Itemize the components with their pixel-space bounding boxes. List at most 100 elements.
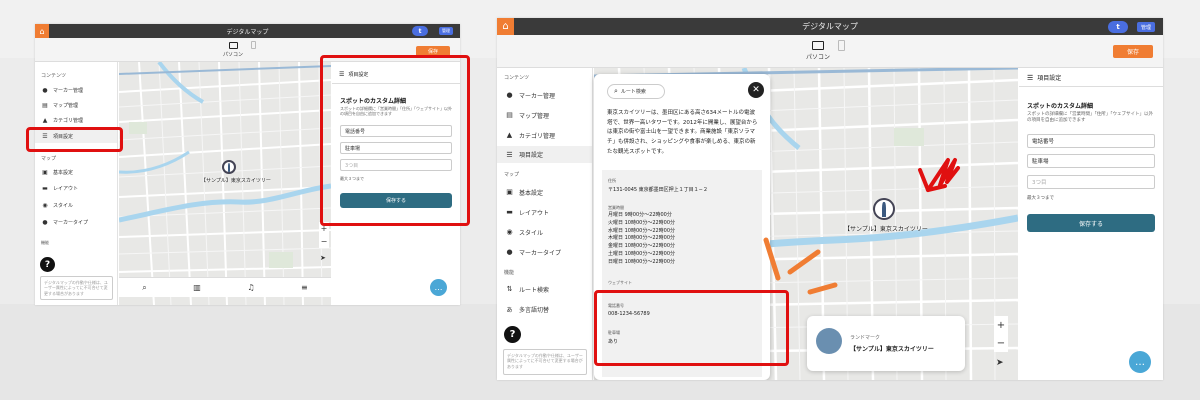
sidebar-item-marker-type[interactable]: ● マーカータイプ	[497, 244, 592, 260]
header-button[interactable]: 管理	[439, 27, 453, 35]
landmark-card[interactable]: ランドマーク 【サンプル】東京スカイツリー	[807, 316, 965, 371]
spot-description: 東京スカイツリーは、墨田区にある高さ634メートルの電波塔で、世界一高いタワーで…	[607, 110, 758, 155]
sidebar-item-basic[interactable]: ▣ 基本設定	[35, 166, 117, 179]
sidebar-item-fields[interactable]: ☰ 項目設定	[497, 146, 592, 163]
sidebar-item-route[interactable]: ⇅ ルート検索	[497, 281, 592, 297]
field-add-input[interactable]: 3つ目	[1027, 175, 1155, 189]
pin-icon: ●	[506, 91, 513, 99]
book-icon[interactable]: ▥	[193, 283, 201, 292]
zoom-out-button[interactable]: −	[997, 338, 1005, 349]
pin-icon: ●	[42, 87, 48, 94]
field-phone[interactable]: 電話番号	[1027, 134, 1155, 148]
highlight-phone-parking	[594, 290, 789, 366]
translate-icon: あ	[506, 306, 513, 314]
marker-label: 【サンプル】東京スカイツリー	[201, 178, 271, 184]
device-mobile[interactable]	[251, 41, 256, 51]
address-label: 住所	[608, 178, 616, 183]
home-button[interactable]: ⌂	[497, 18, 514, 35]
section-features-label: 機能	[41, 240, 49, 245]
help-icon[interactable]: ?	[40, 257, 55, 272]
search-icon[interactable]: ⌕	[142, 283, 146, 293]
marker-skytree[interactable]	[873, 198, 895, 220]
section-features-label: 機能	[504, 270, 515, 276]
zoom-controls: + −	[994, 316, 1008, 352]
category-icon: ▲	[42, 117, 48, 124]
list-icon: ☰	[506, 150, 513, 159]
home-button[interactable]: ⌂	[35, 24, 49, 38]
sidebar-item-layout[interactable]: ▬ レイアウト	[35, 182, 117, 195]
sidebar-item-maps[interactable]: ▤ マップ管理	[497, 107, 592, 123]
menu-icon[interactable]: ≡	[301, 283, 308, 292]
sidebar-item-layout[interactable]: ▬ レイアウト	[497, 204, 592, 220]
header-button[interactable]: 管理	[1137, 22, 1155, 32]
help-text: デジタルマップの作動や仕様は、ユーザー属性によってに不可合せて変更する場合があり…	[503, 349, 587, 375]
layout-icon: ▬	[42, 185, 48, 192]
landmark-name: 【サンプル】東京スカイツリー	[850, 346, 934, 353]
device-pc[interactable]: パソコン	[223, 42, 243, 58]
device-pc[interactable]: パソコン	[806, 41, 830, 61]
panel-description: スポットの詳細欄に「営業時間」「住所」「ウェブサイト」以外の項目を自由に追加でき…	[1027, 112, 1153, 124]
title-bar: ⌂ デジタルマップ t 管理	[35, 24, 460, 38]
zoom-in-button[interactable]: +	[997, 320, 1005, 331]
close-button[interactable]: ✕	[748, 82, 764, 98]
list-icon: ☰	[1027, 73, 1034, 82]
settings-icon: ▣	[506, 188, 513, 196]
chat-button[interactable]: …	[430, 279, 447, 296]
smartphone-icon	[251, 41, 256, 49]
user-avatar[interactable]: t	[412, 26, 428, 36]
monitor-icon	[228, 42, 238, 49]
field-parking[interactable]: 駐車場	[1027, 154, 1155, 168]
search-icon: ⌕	[614, 87, 618, 95]
section-map-label: マップ	[41, 156, 57, 162]
help-text: デジタルマップの作動や仕様は、ユーザー属性によってに不可合せて変更する場合があり…	[40, 276, 113, 300]
map-area[interactable]: 【サンプル】東京スカイツリー ⌕ ▥ ♫ ≡ + − ➤	[119, 62, 331, 305]
category-icon: ▲	[506, 131, 513, 139]
palette-icon: ◉	[506, 228, 513, 236]
map-icon: ▤	[42, 102, 48, 109]
section-map-label: マップ	[504, 172, 520, 178]
landmark-category: ランドマーク	[850, 335, 881, 341]
pin-icon: ●	[42, 219, 48, 226]
bell-icon[interactable]: ♫	[247, 283, 254, 292]
section-content-label: コンテンツ	[41, 73, 67, 79]
sidebar-item-maps[interactable]: ▤ マップ管理	[35, 99, 117, 112]
help-icon[interactable]: ?	[504, 326, 521, 343]
pin-icon: ●	[506, 248, 513, 256]
sidebar-item-marker-type[interactable]: ● マーカータイプ	[35, 216, 117, 229]
settings-icon: ▣	[42, 169, 48, 176]
device-bar: パソコン 保存	[497, 35, 1163, 68]
sidebar-item-style[interactable]: ◉ スタイル	[35, 199, 117, 212]
max-note: 最大３つまで	[1027, 196, 1054, 201]
sidebar-item-basic[interactable]: ▣ 基本設定	[497, 184, 592, 200]
section-content-label: コンテンツ	[504, 75, 530, 81]
home-icon: ⌂	[39, 26, 45, 36]
map-toolbar: ⌕ ▥ ♫ ≡	[119, 277, 331, 297]
layout-icon: ▬	[506, 208, 513, 216]
sidebar: コンテンツ ● マーカー管理 ▤ マップ管理 ▲ カテゴリ管理 ☰ 項目設定 マップ ▣…	[497, 68, 593, 380]
website-label: ウェブサイト	[608, 280, 632, 285]
sidebar-item-categories[interactable]: ▲ カテゴリ管理	[497, 127, 592, 143]
user-avatar[interactable]: t	[1108, 21, 1128, 33]
monitor-icon	[812, 41, 824, 50]
device-mobile[interactable]	[838, 40, 845, 53]
save-button[interactable]: 保存	[1113, 45, 1153, 58]
sidebar-item-language[interactable]: あ多言語切替	[497, 301, 592, 317]
sidebar-item-style[interactable]: ◉ スタイル	[497, 224, 592, 240]
locate-icon[interactable]: ➤	[996, 358, 1004, 368]
sidebar-item-categories[interactable]: ▲ カテゴリ管理	[35, 114, 117, 127]
zoom-out-button[interactable]: −	[321, 237, 328, 246]
route-search-button[interactable]: ⌕ ルート検索	[607, 84, 665, 99]
submit-button[interactable]: 保存する	[1027, 214, 1155, 232]
marker-skytree[interactable]	[222, 160, 236, 174]
sidebar-item-markers[interactable]: ● マーカー管理	[35, 84, 117, 97]
smartphone-icon	[838, 40, 845, 51]
palette-icon: ◉	[42, 202, 48, 209]
route-icon: ⇅	[506, 285, 513, 293]
chat-button[interactable]: …	[1129, 351, 1151, 373]
settings-panel: ☰ 項目設定 スポットのカスタム詳細 スポットの詳細欄に「営業時間」「住所」「ウ…	[1019, 68, 1163, 380]
address-value: 〒131-0045 東京都墨田区押上１丁目１−２	[608, 187, 708, 193]
locate-icon[interactable]: ➤	[320, 254, 326, 262]
close-icon: ✕	[752, 85, 760, 95]
map-icon: ▤	[506, 111, 513, 119]
sidebar-item-markers[interactable]: ● マーカー管理	[497, 87, 592, 103]
